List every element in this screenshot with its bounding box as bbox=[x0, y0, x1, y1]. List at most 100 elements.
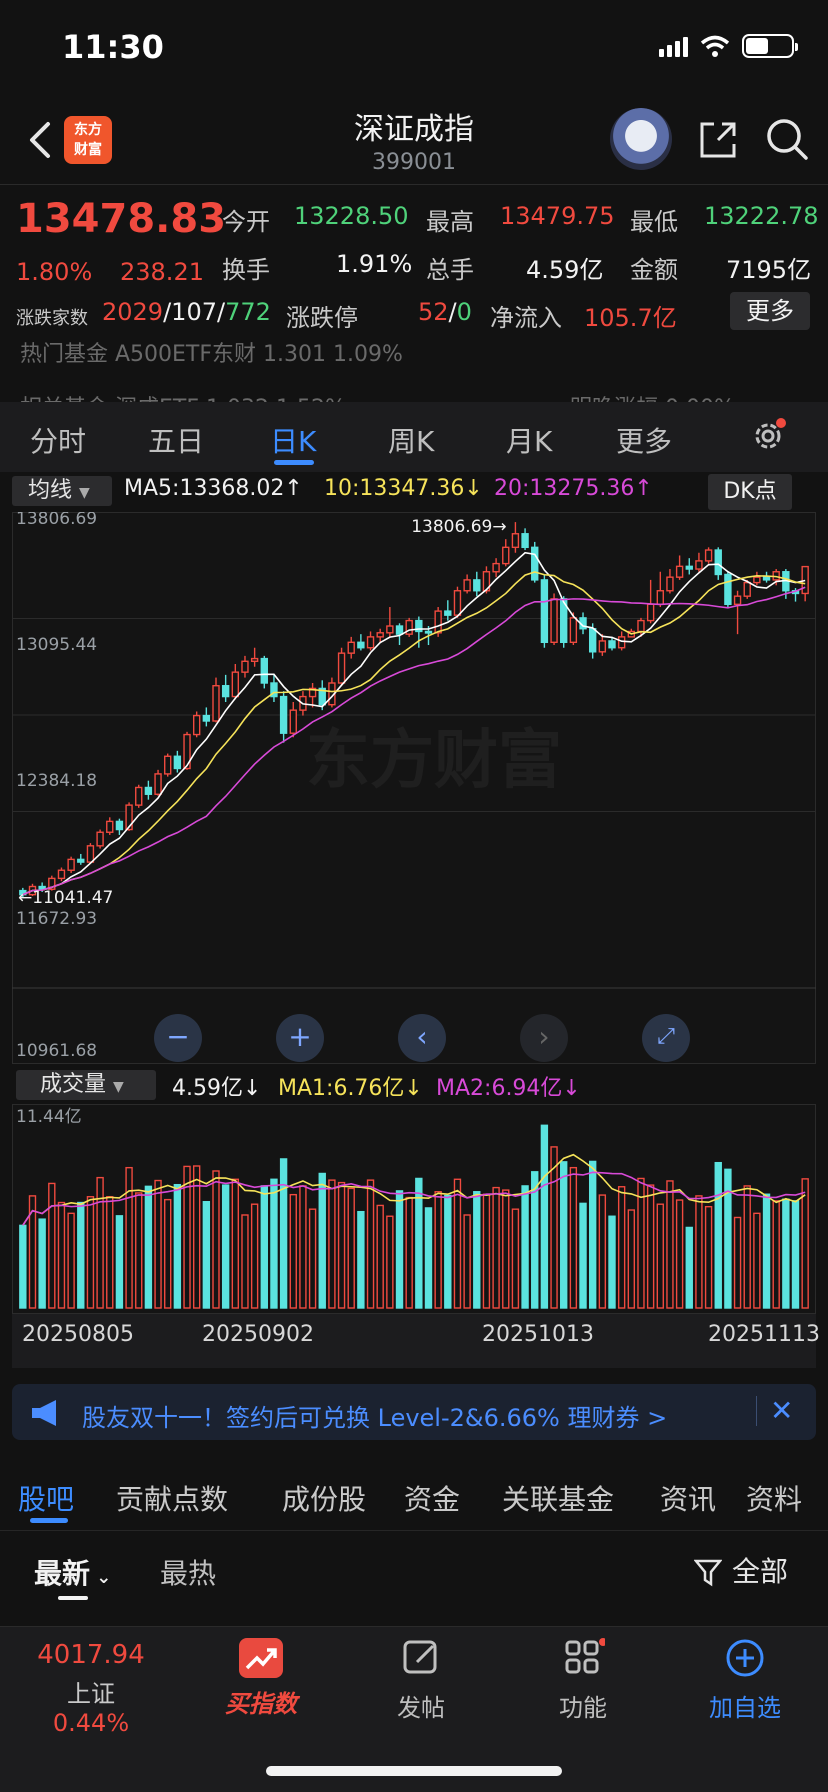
volume-bar bbox=[19, 1224, 27, 1309]
more-button[interactable]: 更多 bbox=[730, 292, 810, 330]
tab-constituents[interactable]: 成份股 bbox=[282, 1478, 366, 1518]
candle bbox=[424, 630, 433, 634]
volume-bar bbox=[67, 1212, 75, 1309]
tab-capital[interactable]: 资金 bbox=[404, 1478, 460, 1518]
breadth-up: 2029 bbox=[102, 298, 164, 326]
volume-ma1: MA1:6.76亿↓ bbox=[278, 1076, 423, 1101]
zoom-in-button[interactable]: + bbox=[276, 1014, 324, 1062]
volume-bar bbox=[685, 1226, 693, 1309]
volume-bar bbox=[579, 1202, 587, 1309]
home-indicator bbox=[266, 1766, 562, 1776]
tab-weekly-k[interactable]: 周K bbox=[388, 420, 434, 460]
candle bbox=[376, 632, 384, 638]
candle bbox=[569, 617, 578, 644]
index-pct: 0.44% bbox=[52, 1709, 130, 1737]
volume-bar bbox=[250, 1203, 259, 1309]
settings-icon[interactable] bbox=[750, 418, 786, 454]
candle bbox=[714, 549, 722, 576]
volume-indicator-selector[interactable]: 成交量 ▼ bbox=[16, 1070, 156, 1100]
fullscreen-button[interactable]: ⤢ bbox=[642, 1014, 690, 1062]
candle bbox=[192, 714, 201, 736]
volume-selector-label: 成交量 bbox=[40, 1072, 107, 1097]
candle bbox=[540, 579, 549, 644]
assistant-robot-icon[interactable] bbox=[610, 108, 672, 170]
tab-monthly-k[interactable]: 月K bbox=[506, 420, 552, 460]
dk-point-button[interactable]: DK点 bbox=[708, 474, 792, 510]
turnover-label: 换手 bbox=[222, 256, 270, 284]
volume-bar bbox=[57, 1201, 66, 1309]
sort-hot[interactable]: 最热 bbox=[160, 1552, 216, 1592]
scroll-right-button[interactable]: › bbox=[520, 1014, 568, 1062]
open-label: 今开 bbox=[222, 208, 270, 236]
tab-contribution[interactable]: 贡献点数 bbox=[116, 1478, 228, 1518]
volume-bar bbox=[173, 1183, 182, 1309]
zoom-out-button[interactable]: − bbox=[154, 1014, 202, 1062]
tab-more[interactable]: 更多 bbox=[616, 420, 672, 460]
share-icon[interactable] bbox=[696, 118, 740, 162]
ma-selector[interactable]: 均线 ▼ bbox=[12, 476, 112, 506]
status-time: 11:30 bbox=[62, 28, 164, 66]
tab-profile[interactable]: 资料 bbox=[746, 1478, 802, 1518]
tab-daily-k[interactable]: 日K bbox=[270, 420, 316, 460]
ma-selector-label: 均线 bbox=[28, 478, 73, 503]
index-quote-widget[interactable]: 4017.94 上证 0.44% bbox=[26, 1640, 156, 1737]
tab-guba[interactable]: 股吧 bbox=[18, 1478, 74, 1518]
candle bbox=[762, 576, 771, 581]
candle bbox=[164, 755, 172, 775]
volume-bar bbox=[77, 1201, 85, 1309]
tab-intraday[interactable]: 分时 bbox=[30, 420, 86, 460]
volume-frame bbox=[12, 1104, 816, 1314]
tab-five-day[interactable]: 五日 bbox=[148, 420, 204, 460]
post-button[interactable]: 发帖 bbox=[356, 1638, 486, 1723]
volume-bar bbox=[386, 1215, 394, 1309]
volume-bar bbox=[473, 1191, 481, 1309]
sort-latest-label: 最新 bbox=[34, 1557, 91, 1590]
inflow-value: 105.7亿 bbox=[584, 304, 677, 332]
candlestick-chart[interactable]: 东方财富 13806.69 13095.44 12384.18 11672.93 1096… bbox=[12, 512, 816, 1064]
filter-button[interactable]: 全部 bbox=[693, 1550, 789, 1590]
volume-bar bbox=[96, 1176, 104, 1309]
volume-bar bbox=[511, 1208, 520, 1309]
volume-bar bbox=[656, 1203, 664, 1309]
related-fund-right: 明晚涨幅 0.00% bbox=[570, 390, 735, 402]
hot-fund-ticker[interactable]: 热门基金 A500ETF东财 1.301 1.09% bbox=[20, 336, 403, 368]
y-axis-label: 10961.68 bbox=[16, 1041, 97, 1061]
banner-text[interactable]: 股友双十一！签约后可兑换 Level-2&6.66% 理财券 > bbox=[82, 1398, 667, 1433]
volume-bar bbox=[743, 1185, 751, 1309]
close-icon[interactable]: ✕ bbox=[770, 1394, 793, 1427]
candle bbox=[617, 636, 626, 649]
sort-latest[interactable]: 最新 ⌄ bbox=[34, 1552, 111, 1592]
tab-news[interactable]: 资讯 bbox=[660, 1478, 716, 1518]
search-icon[interactable] bbox=[764, 116, 810, 162]
filter-icon bbox=[693, 1559, 723, 1587]
filter-label: 全部 bbox=[732, 1555, 789, 1588]
volume-bar bbox=[560, 1161, 568, 1309]
candle bbox=[357, 641, 365, 649]
add-watchlist-button[interactable]: 加自选 bbox=[680, 1638, 810, 1723]
tab-related-funds[interactable]: 关联基金 bbox=[502, 1478, 614, 1518]
grid-icon bbox=[565, 1638, 607, 1674]
wifi-icon bbox=[700, 35, 730, 57]
volume-bar bbox=[463, 1214, 471, 1309]
cellular-signal-icon bbox=[659, 35, 688, 57]
candle bbox=[67, 858, 75, 871]
candle bbox=[801, 565, 809, 595]
related-fund-ticker[interactable]: 相关基金 深成ETF 1.032 1.52% bbox=[20, 390, 346, 402]
candle bbox=[453, 590, 462, 616]
volume-bar bbox=[164, 1198, 172, 1309]
ma20-value: 20:13275.36↑ bbox=[494, 476, 653, 501]
volume-bar bbox=[106, 1196, 114, 1309]
volume-bar bbox=[260, 1185, 268, 1309]
candle bbox=[366, 636, 375, 649]
scroll-left-button[interactable]: ‹ bbox=[398, 1014, 446, 1062]
amount-label: 金额 bbox=[630, 256, 678, 284]
volume-bar bbox=[357, 1210, 365, 1309]
candle bbox=[637, 619, 645, 633]
buy-index-button[interactable]: 买指数 bbox=[196, 1638, 326, 1719]
inflow-label: 净流入 bbox=[490, 304, 562, 332]
candle bbox=[77, 858, 85, 863]
candle bbox=[221, 685, 230, 698]
function-button[interactable]: 功能 bbox=[518, 1638, 648, 1723]
volume-bar bbox=[347, 1187, 355, 1309]
candle bbox=[386, 625, 394, 634]
